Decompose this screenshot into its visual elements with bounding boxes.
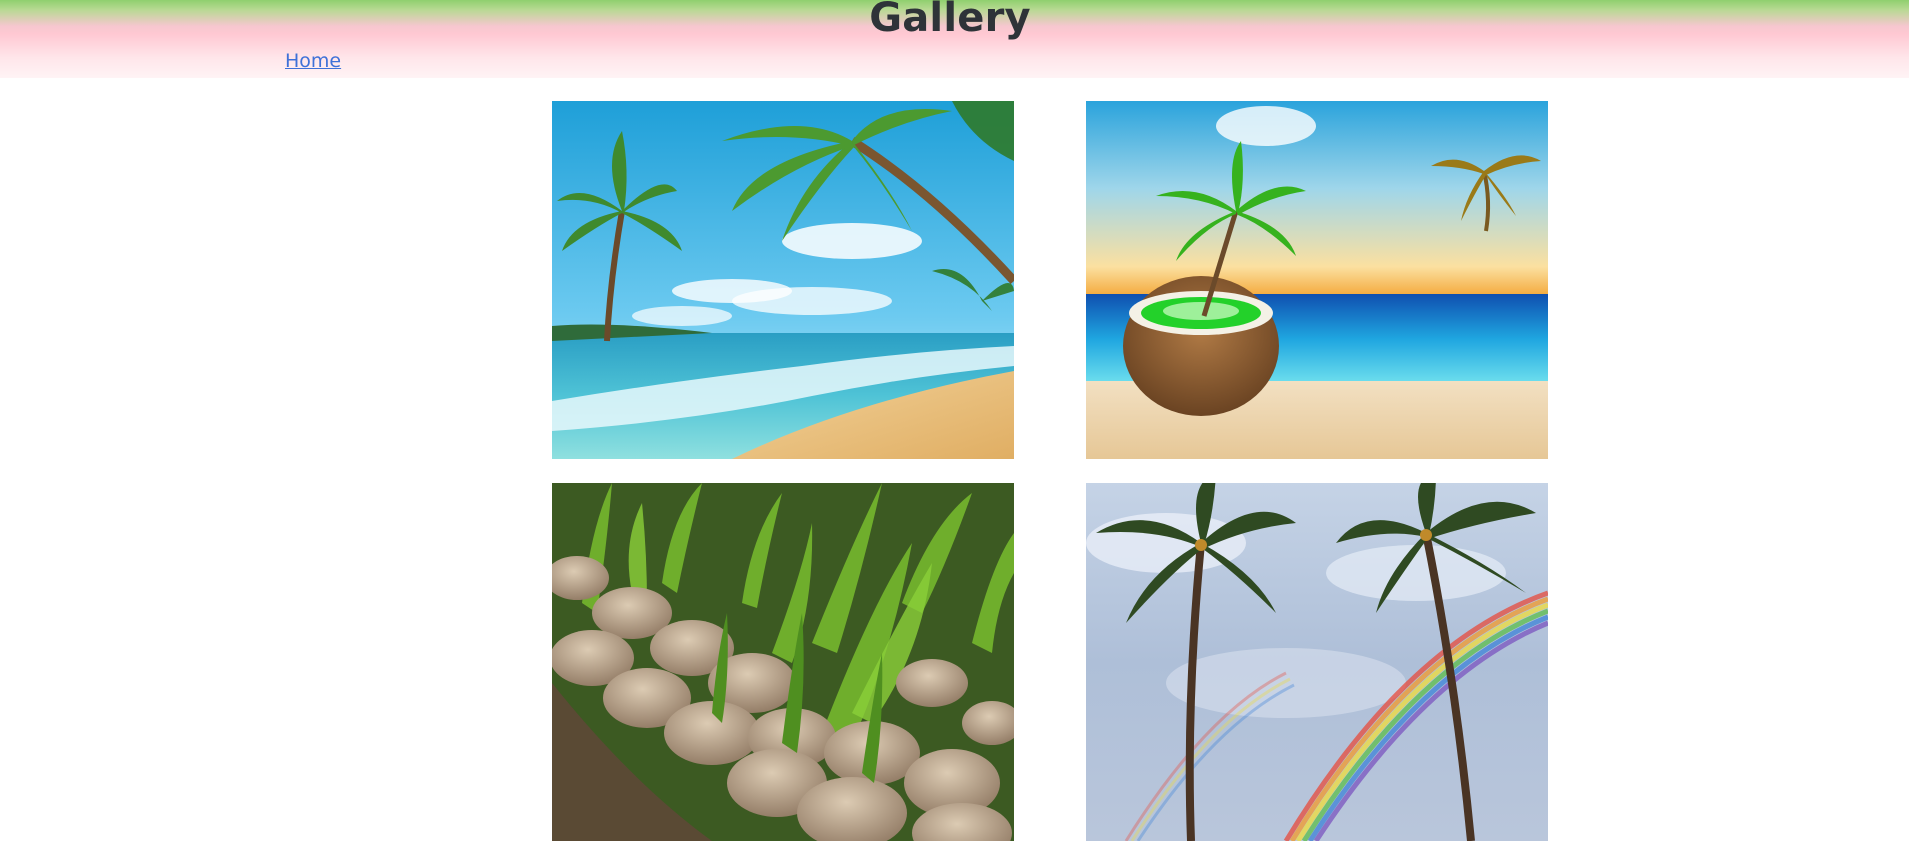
gallery-image-coconut-palm[interactable]: [1086, 101, 1548, 459]
gallery-image-coconut-seedlings[interactable]: [552, 483, 1014, 841]
gallery-image-palm-rainbow[interactable]: [1086, 483, 1548, 841]
coconut-palm-image: [1086, 101, 1548, 459]
coconut-seedlings-image: [552, 483, 1014, 841]
page-header: Gallery Home: [0, 0, 1909, 78]
page-title: Gallery: [869, 0, 1031, 41]
palm-rainbow-image: [1086, 483, 1548, 841]
gallery-image-beach[interactable]: [552, 101, 1014, 459]
beach-image: [552, 101, 1014, 459]
home-link[interactable]: Home: [285, 50, 341, 72]
